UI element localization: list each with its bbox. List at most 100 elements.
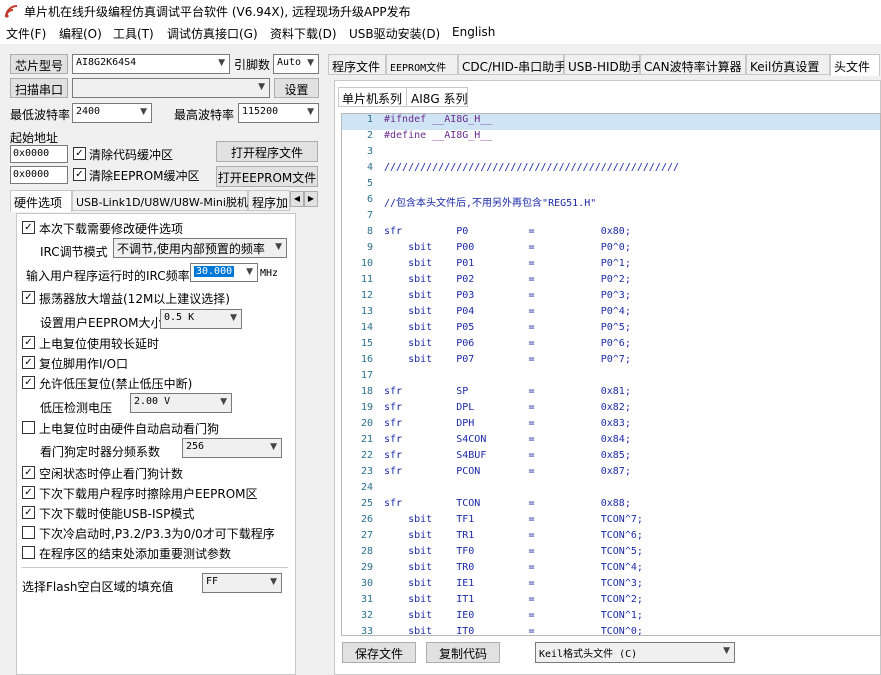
code-line: 1 #ifndef __AI8G_H__ [342,114,880,130]
series-selector[interactable]: 单片机系列 AI8G 系列 [338,87,468,107]
line-code: sfr S4BUF = 0x85; [384,450,631,461]
tab-usb-hid[interactable]: USB-HID助手 [564,54,643,75]
start-address-input-2[interactable]: 0x0000 [10,166,68,184]
tab-keil-sim[interactable]: Keil仿真设置 [746,54,830,75]
line-code: sbit P01 = P0^1; [384,258,631,269]
clear-code-label: 清除代码缓冲区 [89,148,174,162]
wdt-divider-value: 256 [186,441,205,452]
settings-button[interactable]: 设置 [274,78,319,98]
start-address-input-1[interactable]: 0x0000 [10,145,68,163]
tab-scroll-right-icon[interactable]: ▶ [304,191,318,207]
line-code: sbit IE0 = TCON^1; [384,610,643,621]
tab-can-baud[interactable]: CAN波特率计算器 [640,54,746,75]
clear-eeprom-checkbox[interactable]: ✓ [73,168,86,181]
code-line: 28 sbit TF0 = TCON^5; [342,546,880,562]
save-file-button[interactable]: 保存文件 [342,642,416,663]
code-line: 27 sbit TR1 = TCON^6; [342,530,880,546]
menu-english[interactable]: English [452,25,495,39]
tab-program-encrypt[interactable]: 程序加 [248,190,290,211]
code-editor[interactable]: 1 #ifndef __AI8G_H__ 2 #define __AI8G_H__ 3 4… [341,113,881,636]
pin-count-value: Auto [277,57,302,68]
option-long-reset-checkbox[interactable]: ✓ [22,336,35,349]
chevron-down-icon: ▼ [270,577,277,587]
serial-port-select[interactable]: ▼ [72,78,270,98]
code-line: 5 [342,178,880,194]
eeprom-size-select[interactable]: 0.5 K ▼ [160,309,242,329]
open-eeprom-file-button[interactable]: 打开EEPROM文件 [216,166,318,187]
menu-download[interactable]: 资料下载(D) [270,25,337,42]
line-code: sbit TF1 = TCON^7; [384,514,643,525]
code-line: 12 sbit P03 = P0^3; [342,290,880,306]
open-program-file-button[interactable]: 打开程序文件 [216,141,318,162]
option-cold-boot-label: 下次冷启动时,P3.2/P3.3为0/0才可下载程序 [39,527,275,541]
option-cold-boot-checkbox[interactable] [22,526,35,539]
eeprom-size-label: 设置用户EEPROM大小 [40,316,163,330]
irc-frequency-value: 30.000 [194,266,235,277]
chevron-down-icon: ▼ [258,82,265,92]
line-code: ////////////////////////////////////////… [384,162,680,173]
option-reset-io-checkbox[interactable]: ✓ [22,356,35,369]
chevron-down-icon: ▼ [230,313,237,323]
header-format-select[interactable]: Keil格式头文件 (C) ▼ [535,642,735,663]
option-reset-io-label: 复位脚用作I/O口 [39,357,129,371]
chip-model-button[interactable]: 芯片型号 [10,54,68,74]
line-number: 11 [360,274,373,285]
line-code: sbit P00 = P0^0; [384,242,631,253]
line-number: 13 [360,306,373,317]
eeprom-size-value: 0.5 K [164,312,195,323]
min-baud-select[interactable]: 2400 ▼ [72,103,152,123]
wdt-divider-select[interactable]: 256 ▼ [182,438,282,458]
option-usb-isp-checkbox[interactable]: ✓ [22,506,35,519]
option-test-param-checkbox[interactable] [22,546,35,559]
code-line: 25 sfr TCON = 0x88; [342,498,880,514]
option-wdt-idle-checkbox[interactable]: ✓ [22,466,35,479]
option-lvr-checkbox[interactable]: ✓ [22,376,35,389]
min-baud-value: 2400 [76,106,101,117]
scan-port-button[interactable]: 扫描串口 [10,78,68,98]
chevron-down-icon: ▼ [270,442,277,452]
tab-serial-assistant[interactable]: CDC/HID-串口助手 [458,54,566,75]
option-osc-gain-checkbox[interactable]: ✓ [22,291,35,304]
irc-mode-select[interactable]: 不调节,使用内部预置的频率 ▼ [113,238,287,258]
menu-debug[interactable]: 调试仿真接口(G) [167,25,258,42]
menu-file[interactable]: 文件(F) [6,25,46,42]
tab-scroll-left-icon[interactable]: ◀ [290,191,304,207]
tab-hardware-options[interactable]: 硬件选项 [10,190,72,212]
option-modify-hw-checkbox[interactable]: ✓ [22,221,35,234]
clear-eeprom-label: 清除EEPROM缓冲区 [89,169,200,183]
option-wdt-hw-checkbox[interactable] [22,421,35,434]
menu-program[interactable]: 编程(O) [59,25,102,42]
tab-usb-link[interactable]: USB-Link1D/U8W/U8W-Mini脱机 [72,190,248,211]
line-code: sbit P03 = P0^3; [384,290,631,301]
code-line: 30 sbit IE1 = TCON^3; [342,578,880,594]
menu-tools[interactable]: 工具(T) [113,25,154,42]
tab-eeprom-file[interactable]: EEPROM文件 [386,54,458,75]
line-number: 25 [360,498,373,509]
chevron-down-icon: ▼ [275,242,282,252]
line-number: 6 [366,194,373,205]
menu-bar: 文件(F) 编程(O) 工具(T) 调试仿真接口(G) 资料下载(D) USB驱… [0,22,881,44]
lvd-label: 低压检测电压 [40,401,113,415]
menu-usb-driver[interactable]: USB驱动安装(D) [349,25,440,42]
lvd-select[interactable]: 2.00 V ▼ [130,393,232,413]
max-baud-select[interactable]: 115200 ▼ [238,103,319,123]
line-code: sbit P06 = P0^6; [384,338,631,349]
chip-model-select[interactable]: AI8G2K64S4 ▼ [72,54,230,74]
pin-count-select[interactable]: Auto ▼ [273,54,319,74]
tab-program-file[interactable]: 程序文件 [328,54,386,75]
irc-frequency-select[interactable]: 30.000 ▼ [190,263,258,282]
clear-code-checkbox[interactable]: ✓ [73,147,86,160]
line-code: sfr PCON = 0x87; [384,466,631,477]
line-code: sfr SP = 0x81; [384,386,631,397]
line-number: 14 [360,322,373,333]
line-number: 9 [366,242,373,253]
option-erase-eeprom-checkbox[interactable]: ✓ [22,486,35,499]
code-line: 14 sbit P05 = P0^5; [342,322,880,338]
copy-code-button[interactable]: 复制代码 [426,642,500,663]
tab-header-file[interactable]: 头文件 [830,54,880,76]
code-line: 21 sfr S4CON = 0x84; [342,434,880,450]
line-code: sbit P07 = P0^7; [384,354,631,365]
series-value: AI8G 系列 [411,92,468,106]
code-line: 11 sbit P02 = P0^2; [342,274,880,290]
flash-fill-select[interactable]: FF ▼ [202,573,282,593]
